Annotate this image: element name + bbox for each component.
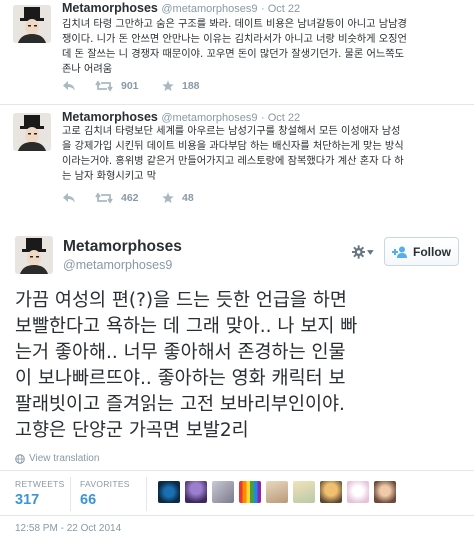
tweet-text-line: 팔래빗이고 즐겨읽는 고전 보바리부인이야. [15, 394, 345, 415]
favoriter-avatar[interactable] [293, 481, 315, 503]
tweet-date[interactable]: Oct 22 [268, 112, 300, 124]
tweet-text: 가끔 여성의 편(?)을 드는 듯한 언급을 하면 보빨한다고 욕하는 데 그래… [15, 288, 465, 444]
stat-divider [70, 477, 71, 511]
tweet-1[interactable]: Metamorphoses @metamorphoses9 · Oct 22 김… [0, 0, 474, 103]
add-user-icon [392, 246, 407, 258]
tweet-text-line: 는 남자 화형시키고 막 [62, 171, 157, 182]
display-name[interactable]: Metamorphoses [62, 110, 158, 124]
tweet-text-line: 보빨한다고 욕하는 데 그래 맞아.. 나 보지 빠 [15, 316, 358, 337]
tweet-text-line: 고로 김치녀 타령보단 세계를 아우르는 남성기구를 창설해서 모든 이성애자 … [62, 126, 401, 137]
tweet-text-line: 이라는거야. 홍위병 같은거 만들어가지고 레스토랑에 잠복했다가 계산 혼자 … [62, 156, 404, 167]
retweet-button[interactable]: 462 [95, 192, 139, 204]
favorite-count: 188 [182, 80, 200, 92]
favoriter-avatar[interactable] [266, 481, 288, 503]
favorites-stat[interactable]: FAVORITES 66 [80, 479, 130, 508]
favoriter-avatar[interactable] [347, 481, 369, 503]
person-in-top-hat-avatar [13, 5, 51, 43]
retweets-stat[interactable]: RETWEETS 317 [15, 479, 65, 508]
reply-arrow-icon [63, 193, 75, 203]
tweet-timestamp[interactable]: 12:58 PM - 22 Oct 2014 [15, 523, 121, 534]
star-icon [162, 192, 174, 203]
favoriter-avatar[interactable] [320, 481, 342, 503]
favoriter-avatar[interactable] [374, 481, 396, 503]
tweet-text-line: 가끔 여성의 편(?)을 드는 듯한 언급을 하면 [15, 290, 347, 311]
favorite-count: 48 [182, 192, 194, 204]
tweet-text: 김치녀 타령 그만하고 숨은 구조를 봐라. 데이트 비용은 남녀갈등이 아니고… [62, 17, 407, 77]
gear-icon [352, 245, 366, 259]
tweet-text-line: 데 돈 잘쓰는 니 경쟁자 때문이야. 꼬우면 돈이 많던가 잘생기던가. 물론… [62, 49, 405, 60]
star-icon [162, 80, 174, 91]
tweet-text-line: 쟁이다. 니가 돈 안쓰면 안만나는 이유는 김치라서가 아니고 너랑 비슷하게… [62, 34, 407, 45]
follow-label: Follow [413, 244, 451, 259]
tweet-text-line: 이 보나빠르뜨야.. 좋아하는 영화 캐릭터 보 [15, 368, 346, 389]
tweet-text-line: 존나 어려움 [62, 64, 113, 75]
tweet-header: Metamorphoses @metamorphoses9 · Oct 22 [62, 110, 301, 124]
view-translation-label: View translation [29, 453, 100, 464]
favorites-label: FAVORITES [80, 479, 130, 489]
favoriter-avatar[interactable] [239, 481, 261, 503]
display-name[interactable]: Metamorphoses [62, 1, 158, 15]
favorite-button[interactable]: 48 [162, 192, 194, 204]
retweets-label: RETWEETS [15, 479, 65, 489]
display-name[interactable]: Metamorphoses [63, 238, 182, 256]
follow-button[interactable]: Follow [384, 237, 459, 266]
retweet-icon [95, 192, 113, 204]
reply-button[interactable] [62, 80, 76, 92]
tweet-text-line: 고향은 단양군 가곡면 보발2리 [15, 420, 249, 441]
retweet-button[interactable]: 901 [95, 80, 139, 92]
retweet-icon [95, 80, 113, 92]
favorite-button[interactable]: 188 [162, 80, 200, 92]
tweet-text-line: 을 강제가입 시킨뒤 데이트 비용을 과다부담 하는 배신자를 처단하는게 맞는… [62, 141, 404, 152]
retweet-count: 462 [121, 192, 139, 204]
tweet-text-line: 는거 좋아해.. 너무 좋아해서 존경하는 인물 [15, 342, 346, 363]
avatar[interactable] [13, 113, 51, 151]
favoriter-avatar[interactable] [212, 481, 234, 503]
reply-arrow-icon [63, 81, 75, 91]
favoriter-avatar[interactable] [158, 481, 180, 503]
favoriter-avatars [158, 481, 396, 503]
retweet-count: 901 [121, 80, 139, 92]
person-in-top-hat-avatar [15, 236, 53, 274]
globe-icon [15, 453, 25, 464]
person-in-top-hat-avatar [13, 113, 51, 151]
retweets-count: 317 [15, 492, 40, 508]
tweet-header: Metamorphoses @metamorphoses9 · Oct 22 [62, 1, 301, 15]
stat-divider [146, 477, 147, 511]
avatar[interactable] [13, 5, 51, 43]
favoriter-avatar[interactable] [185, 481, 207, 503]
user-handle[interactable]: @metamorphoses9 [63, 258, 172, 272]
tweet-text: 고로 김치녀 타령보단 세계를 아우르는 남성기구를 창설해서 모든 이성애자 … [62, 124, 404, 184]
tweet-date[interactable]: Oct 22 [268, 3, 300, 15]
tweet-2[interactable]: Metamorphoses @metamorphoses9 · Oct 22 고… [0, 105, 474, 217]
user-handle[interactable]: @metamorphoses9 [161, 3, 257, 15]
tweet-stats: RETWEETS 317 FAVORITES 66 [0, 470, 474, 516]
user-handle[interactable]: @metamorphoses9 [161, 112, 257, 124]
favorites-count: 66 [80, 492, 97, 508]
settings-button[interactable] [352, 243, 374, 261]
tweet-text-line: 김치녀 타령 그만하고 숨은 구조를 봐라. 데이트 비용은 남녀갈등이 아니고… [62, 19, 407, 30]
avatar[interactable] [15, 236, 53, 274]
view-translation-link[interactable]: View translation [15, 453, 99, 464]
chevron-down-icon [367, 249, 374, 255]
reply-button[interactable] [62, 192, 76, 204]
